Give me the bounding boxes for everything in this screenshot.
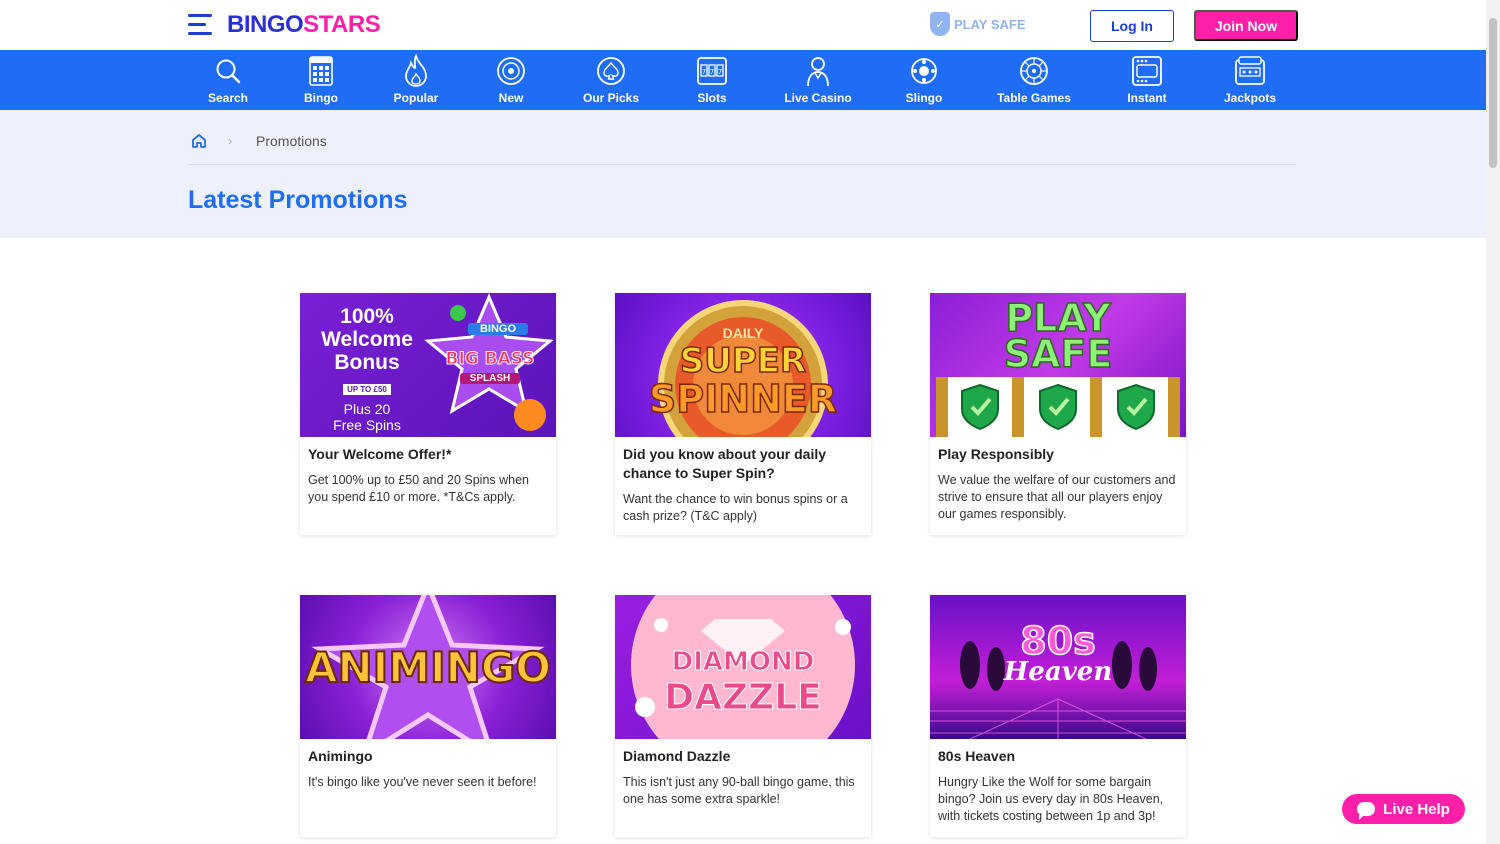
promo-title: Diamond Dazzle — [623, 748, 731, 764]
category-label: Live Casino — [784, 91, 852, 105]
svg-text:7: 7 — [710, 68, 714, 76]
dealer-icon — [803, 56, 833, 87]
promo-description: Want the chance to win bonus spins or a … — [623, 492, 848, 523]
promo-title: Your Welcome Offer!* — [308, 446, 452, 462]
category-bingo[interactable]: Bingo — [299, 50, 343, 110]
slot-machine-icon: 777 — [697, 56, 727, 86]
image-text: DAZZLE — [664, 677, 822, 719]
promo-image: PLAY SAFE — [930, 293, 1186, 437]
live-help-button[interactable]: Live Help — [1342, 794, 1465, 824]
join-now-button[interactable]: Join Now — [1194, 10, 1298, 41]
image-text: Bonus — [334, 351, 400, 374]
category-nav: Search Bingo Popular New Our Picks 777 S… — [0, 50, 1486, 110]
play-safe-label: PLAY SAFE — [954, 16, 1026, 32]
svg-text:7: 7 — [718, 68, 722, 76]
promo-title: Animingo — [308, 748, 373, 764]
image-text: Heaven — [1003, 657, 1113, 687]
play-safe-link[interactable]: ✓ PLAY SAFE — [930, 12, 1026, 36]
category-label: Table Games — [997, 91, 1071, 105]
chevron-right-icon: › — [228, 133, 233, 148]
top-header: BINGO STARS ✓ PLAY SAFE Log In Join Now — [0, 0, 1486, 50]
image-text: BIG BASS — [445, 349, 535, 370]
category-label: Instant — [1127, 91, 1167, 105]
promo-description: We value the welfare of our customers an… — [938, 473, 1176, 521]
promo-title: 80s Heaven — [938, 748, 1016, 764]
promo-card-welcome[interactable]: 100% Welcome Bonus UP TO £50 Plus 20 Fre… — [300, 293, 556, 535]
category-instant[interactable]: Instant — [1123, 50, 1171, 110]
promo-title: Did you know about your daily chance to … — [623, 446, 827, 481]
category-new[interactable]: New — [491, 50, 531, 110]
site-logo[interactable]: BINGO STARS — [227, 10, 381, 40]
home-icon[interactable] — [191, 133, 207, 149]
login-button[interactable]: Log In — [1090, 10, 1174, 42]
jackpot-icon — [1235, 56, 1265, 86]
slot-reels-graphic — [936, 377, 1180, 437]
live-help-label: Live Help — [1383, 800, 1450, 818]
image-text: SPINNER — [648, 376, 838, 422]
category-search[interactable]: Search — [205, 50, 251, 110]
spade-icon — [596, 56, 626, 86]
divider — [188, 164, 1296, 165]
bingo-card-icon — [306, 56, 336, 86]
breadcrumb-current: Promotions — [256, 133, 327, 149]
promo-card-super-spin[interactable]: DAILY SUPER SPINNER Did you know about y… — [615, 293, 871, 535]
promo-card-80s-heaven[interactable]: 80s Heaven 80s Heaven Hungry Like the Wo… — [930, 595, 1186, 837]
promo-card-diamond-dazzle[interactable]: DIAMOND DAZZLE Diamond Dazzle This isn't… — [615, 595, 871, 837]
svg-text:7: 7 — [702, 68, 706, 76]
promo-image: DIAMOND DAZZLE — [615, 595, 871, 739]
image-text: 100% — [340, 305, 394, 328]
shield-icon: ✓ — [930, 12, 950, 36]
category-label: New — [498, 91, 524, 105]
image-text: SUPER — [679, 340, 807, 382]
promo-card-play-responsibly[interactable]: PLAY SAFE Play Responsibly We value the … — [930, 293, 1186, 535]
image-text: SPLASH — [460, 373, 520, 384]
promo-image: 100% Welcome Bonus UP TO £50 Plus 20 Fre… — [300, 293, 556, 437]
menu-icon[interactable] — [188, 14, 212, 36]
promo-title: Play Responsibly — [938, 446, 1054, 462]
chat-bubble-icon — [1357, 802, 1376, 820]
category-live-casino[interactable]: Live Casino — [781, 50, 855, 110]
category-slingo[interactable]: Slingo — [903, 50, 945, 110]
category-our-picks[interactable]: Our Picks — [580, 50, 642, 110]
logo-text-stars: STARS — [303, 11, 381, 38]
promo-image: ANIMINGO — [300, 595, 556, 739]
promo-description: It's bingo like you've never seen it bef… — [308, 775, 537, 789]
logo-text-bingo: BINGO — [227, 11, 304, 38]
promo-image: DAILY SUPER SPINNER — [615, 293, 871, 437]
category-label: Jackpots — [1223, 91, 1277, 105]
slingo-ball-icon — [909, 56, 939, 86]
category-label: Slots — [697, 91, 727, 105]
image-text: Plus 20 — [343, 401, 391, 417]
search-icon — [213, 56, 243, 86]
category-jackpots[interactable]: Jackpots — [1221, 50, 1279, 110]
new-badge-icon — [496, 56, 526, 86]
category-label: Bingo — [304, 91, 338, 105]
image-text: DAILY — [722, 325, 764, 341]
image-text: Free Spins — [333, 417, 401, 433]
image-text: UP TO £50 — [343, 384, 391, 395]
image-text: DIAMOND — [671, 647, 815, 678]
promo-description: This isn't just any 90-ball bingo game, … — [623, 775, 855, 806]
promo-image: 80s Heaven — [930, 595, 1186, 739]
category-label: Popular — [393, 91, 439, 105]
scrollbar-thumb[interactable] — [1489, 18, 1497, 168]
category-table-games[interactable]: Table Games — [994, 50, 1074, 110]
category-slots[interactable]: 777 Slots — [692, 50, 732, 110]
promo-description: Get 100% up to £50 and 20 Spins when you… — [308, 473, 529, 504]
image-text: SAFE — [1003, 332, 1113, 376]
page-header-band — [0, 110, 1486, 238]
category-label: Our Picks — [582, 91, 640, 105]
page-title: Latest Promotions — [188, 186, 408, 214]
image-text: Welcome — [321, 328, 413, 351]
category-popular[interactable]: Popular — [391, 50, 441, 110]
category-label: Slingo — [905, 91, 943, 105]
image-text: ANIMINGO — [304, 642, 552, 693]
category-label: Search — [207, 91, 249, 105]
scratch-card-icon — [1132, 56, 1162, 86]
promo-description: Hungry Like the Wolf for some bargain bi… — [938, 775, 1164, 823]
flame-icon — [401, 54, 431, 87]
image-text: BINGO — [468, 323, 528, 335]
roulette-icon — [1019, 56, 1049, 86]
promo-card-animingo[interactable]: ANIMINGO Animingo It's bingo like you've… — [300, 595, 556, 837]
